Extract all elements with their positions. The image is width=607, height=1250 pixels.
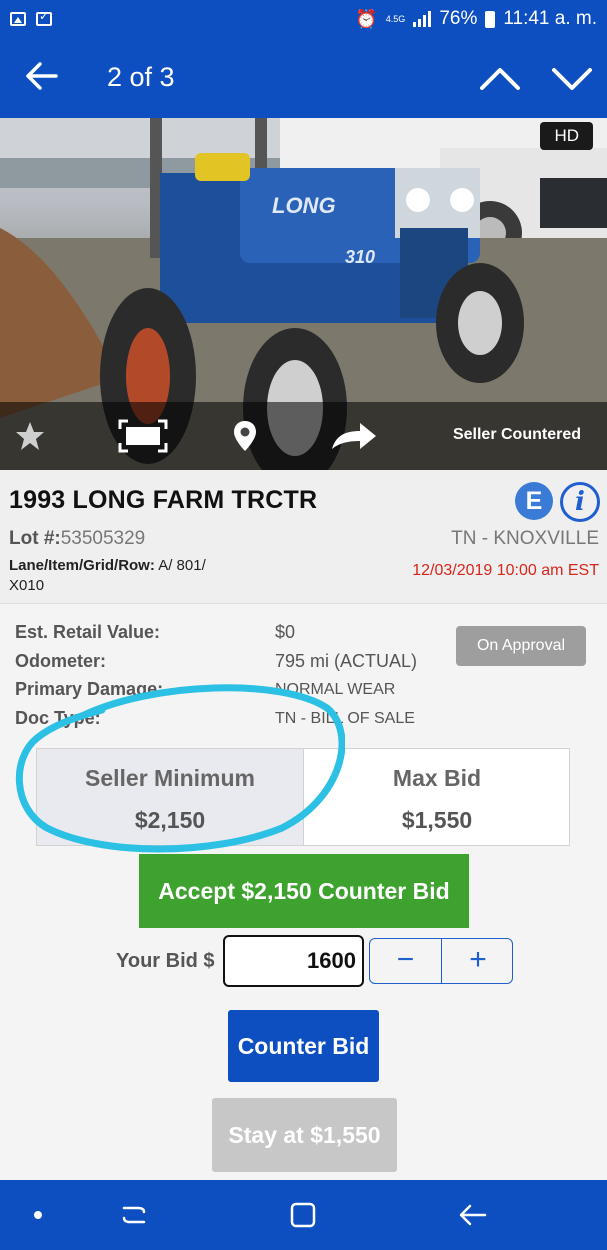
network-type: 4.5G [385, 13, 406, 24]
seller-minimum-label: Seller Minimum [85, 765, 255, 791]
system-back-icon[interactable] [455, 1198, 491, 1232]
max-bid-label: Max Bid [392, 765, 482, 791]
on-approval-badge: On Approval [456, 626, 586, 666]
gallery-notification-icon [10, 12, 26, 26]
detail-value: 795 mi (ACTUAL) [275, 651, 418, 671]
photo-action-bar: Seller Countered [0, 402, 607, 470]
bid-amount-input[interactable] [223, 935, 364, 987]
share-arrow-icon[interactable] [330, 419, 378, 453]
sale-date: 12/03/2019 10:00 am EST [412, 562, 599, 579]
image-pager: 2 of 3 [107, 62, 175, 92]
vehicle-title: 1993 LONG FARM TRCTR [9, 486, 318, 514]
your-bid-text: Your Bid [116, 950, 198, 972]
e-badge-icon[interactable]: E [515, 482, 553, 520]
lot-number: Lot #:53505329 [9, 528, 145, 550]
detail-label: Est. Retail Value: [15, 622, 161, 642]
bid-summary: Seller Minimum $2,150 Max Bid $1,550 [36, 748, 570, 846]
chevron-down-icon[interactable] [550, 60, 594, 96]
vehicle-summary: 1993 LONG FARM TRCTR E i Lot #:53505329 … [0, 470, 607, 604]
seller-minimum-value: $2,150 [134, 807, 206, 833]
task-notification-icon [36, 9, 52, 26]
max-bid-panel: Max Bid $1,550 [304, 749, 570, 845]
vehicle-photo[interactable]: LONG 310 HD Seller Countered [0, 118, 607, 470]
lot-label: Lot #: [9, 528, 61, 549]
sale-location: TN - KNOXVILLE [451, 528, 599, 549]
hd-badge[interactable]: HD [540, 122, 593, 150]
detail-label: Doc Type: [15, 708, 101, 728]
recents-icon[interactable] [116, 1198, 152, 1232]
home-icon[interactable] [285, 1198, 321, 1232]
battery-icon [485, 10, 496, 28]
decrement-button[interactable]: − [370, 939, 442, 983]
max-bid-value: $1,550 [401, 807, 473, 833]
detail-label: Primary Damage: [15, 679, 164, 699]
lane-info: Lane/Item/Grid/Row: A/ 801/ X010 [9, 556, 219, 596]
detail-value: $0 [275, 622, 296, 642]
detail-value: NORMAL WEAR [275, 681, 396, 698]
stay-at-bid-button[interactable]: Stay at $1,550 [212, 1098, 397, 1172]
status-bar: ⏰ 4.5G 76% 11:41 a. m. [0, 0, 607, 38]
location-pin-icon[interactable] [232, 419, 258, 453]
star-icon[interactable] [14, 419, 46, 453]
dot-indicator-icon [34, 1211, 42, 1219]
battery-percent: 76% [439, 8, 478, 29]
seller-minimum-panel: Seller Minimum $2,150 [37, 749, 304, 845]
your-bid-label: Your Bid $ [116, 950, 215, 973]
chevron-up-icon[interactable] [478, 60, 522, 96]
counter-bid-button[interactable]: Counter Bid [228, 1010, 379, 1082]
svg-text:LONG: LONG [272, 193, 336, 218]
clock: 11:41 a. m. [503, 8, 597, 29]
increment-button[interactable]: + [442, 939, 514, 983]
detail-label: Odometer: [15, 651, 107, 671]
svg-text:310: 310 [345, 247, 375, 267]
app-header: 2 of 3 [0, 38, 607, 118]
lot-value: 53505329 [60, 528, 146, 549]
signal-icon [413, 11, 432, 27]
info-icon[interactable]: i [560, 482, 600, 522]
lane-label: Lane/Item/Grid/Row: [9, 557, 155, 574]
detail-value: TN - BILL OF SALE [275, 710, 415, 727]
accept-counter-bid-button[interactable]: Accept $2,150 Counter Bid [139, 854, 469, 928]
fullscreen-icon[interactable] [118, 419, 168, 453]
currency-symbol: $ [203, 950, 215, 972]
alarm-icon: ⏰ [355, 8, 378, 29]
system-nav-bar [0, 1180, 607, 1250]
sale-status-label: Seller Countered [452, 426, 581, 443]
back-arrow-icon[interactable] [24, 58, 60, 94]
bid-stepper: − + [369, 938, 513, 984]
